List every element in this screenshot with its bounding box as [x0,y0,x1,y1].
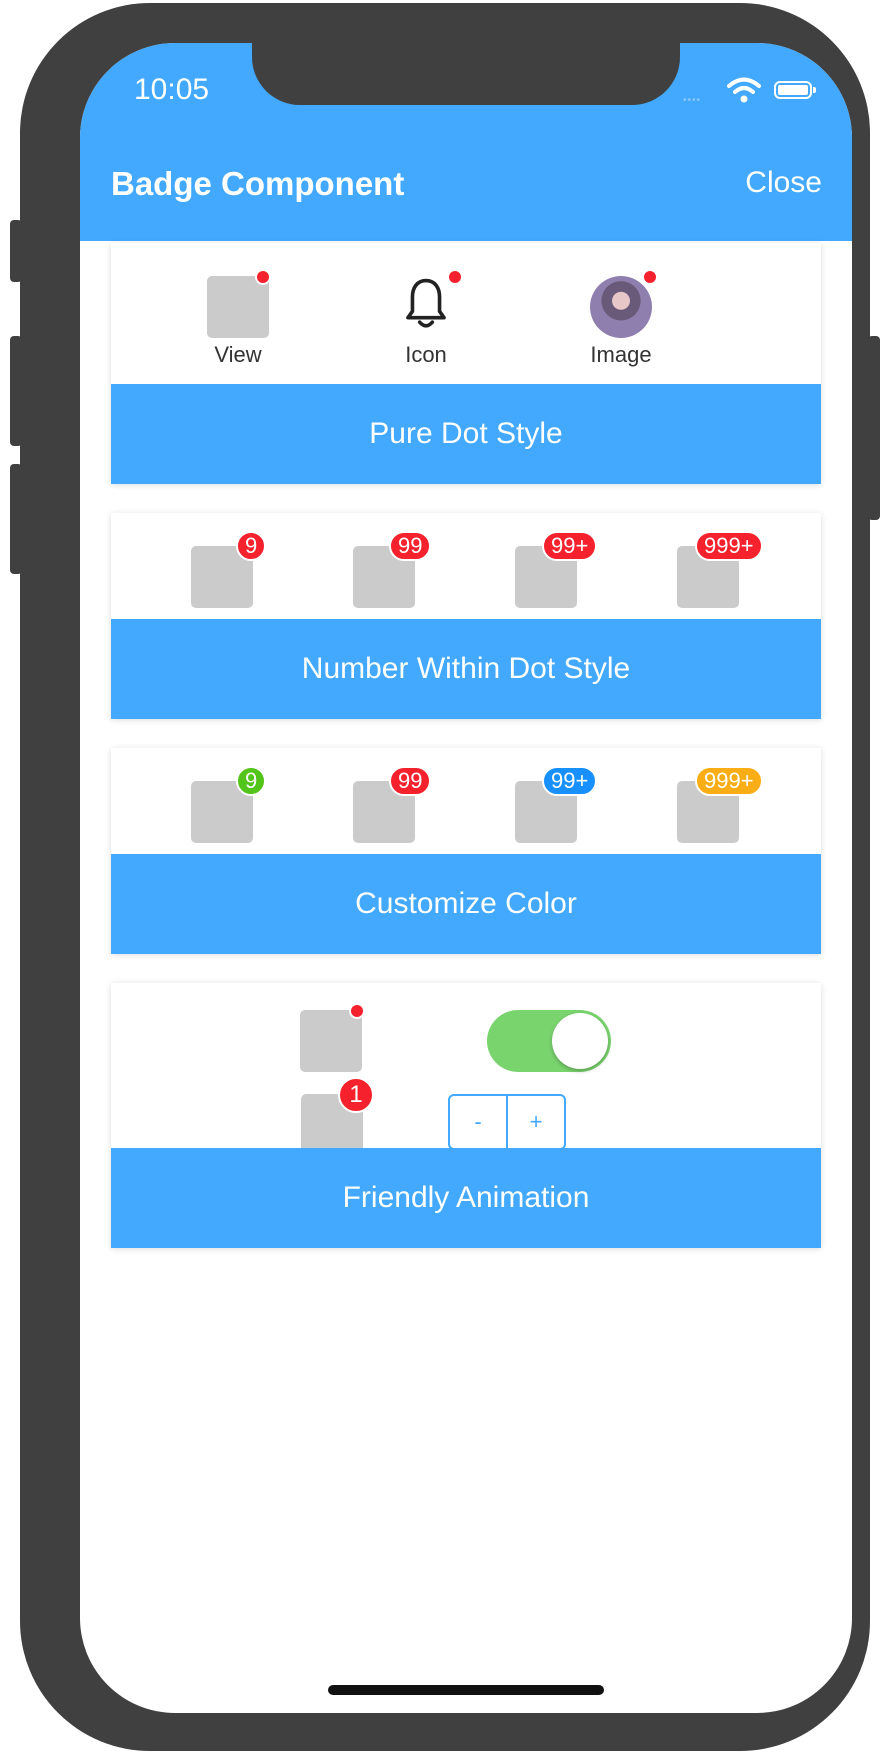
pure-dot-style-button[interactable]: Pure Dot Style [111,384,821,484]
animated-dot-box [300,1010,362,1072]
status-time: 10:05 [134,73,210,106]
battery-icon [774,81,812,99]
home-indicator [328,1685,604,1695]
view-box [207,276,269,338]
battery-cap [813,87,816,93]
friendly-animation-card: 1 - + Friendly Animation [111,983,821,1248]
color-badge-1: 9 [236,766,267,796]
dot-toggle-switch[interactable] [487,1010,611,1072]
view-dot-badge [255,269,271,285]
screen: 10:05 •••• Badge Component Close View Ic [80,43,852,1713]
bell-icon [406,278,446,328]
close-button[interactable]: Close [745,166,822,200]
wifi-icon [727,77,761,103]
count-stepper: - + [448,1094,566,1150]
number-within-dot-style-button[interactable]: Number Within Dot Style [111,619,821,719]
color-badge-2: 99 [389,766,432,796]
image-label: Image [590,342,652,367]
number-badge-1: 9 [236,531,267,561]
customize-color-card: 9 99 99+ 999+ Customize Color [111,748,821,954]
phone-frame: 10:05 •••• Badge Component Close View Ic [20,3,870,1751]
icon-dot-badge [447,269,463,285]
notch [252,43,680,105]
page-title: Badge Component [111,165,405,202]
decrement-button[interactable]: - [450,1096,506,1148]
friendly-animation-button[interactable]: Friendly Animation [111,1148,821,1248]
color-badge-4: 999+ [695,766,763,796]
toggle-knob [552,1013,608,1069]
animated-count-badge: 1 [338,1077,374,1113]
image-dot-badge [642,269,658,285]
customize-color-button[interactable]: Customize Color [111,854,821,954]
pure-dot-card: View Icon Image Pure Dot Style [111,243,821,484]
signal-icon: •••• [683,95,702,106]
increment-button[interactable]: + [506,1096,564,1148]
number-dot-card: 9 99 99+ 999+ Number Within Dot Style [111,513,821,719]
number-badge-3: 99+ [542,531,598,561]
avatar [590,276,652,338]
number-badge-4: 999+ [695,531,763,561]
color-badge-3: 99+ [542,766,598,796]
number-badge-2: 99 [389,531,432,561]
animated-dot-badge [349,1003,365,1019]
view-label: View [214,342,262,367]
icon-label: Icon [405,342,447,367]
